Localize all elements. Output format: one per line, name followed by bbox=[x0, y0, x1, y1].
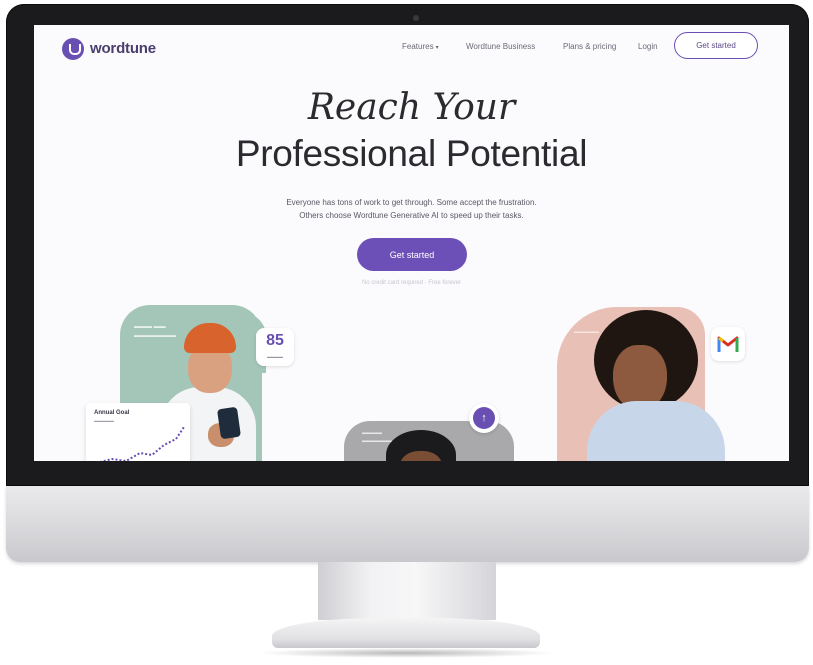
card-caption-placeholder: ▬▬▬▬▬ bbox=[574, 329, 599, 335]
nav-link-business[interactable]: Wordtune Business bbox=[466, 42, 535, 51]
stat-value: 85 bbox=[266, 332, 284, 349]
logo-text[interactable]: wordtune bbox=[90, 40, 156, 57]
hero-fine-print: No credit card required · Free forever bbox=[361, 280, 462, 286]
card-caption-placeholder: ▬▬▬ ▬▬ ▬▬▬▬▬▬▬ bbox=[134, 324, 176, 339]
nav-link-label: Wordtune Business bbox=[466, 42, 536, 51]
smartphone-icon bbox=[217, 406, 241, 440]
card-caption-placeholder: ▬▬▬▬ ▬▬▬▬▬▬ bbox=[362, 430, 392, 444]
nav-link-login[interactable]: Login bbox=[638, 42, 658, 51]
person-photo-sweater bbox=[587, 401, 725, 461]
monitor-stand-neck bbox=[318, 562, 496, 620]
get-started-nav-button[interactable]: Get started bbox=[674, 32, 758, 59]
hero-subtitle-line-1: Everyone has tons of work to get through… bbox=[286, 198, 537, 207]
nav-link-label: Plans & pricing bbox=[563, 42, 617, 51]
graph-card-title: Annual Goal bbox=[94, 410, 130, 416]
stat-caption-placeholder: ▬▬▬▬ bbox=[267, 354, 283, 359]
nav-link-label: Features bbox=[402, 42, 434, 51]
monitor-chin bbox=[6, 486, 809, 562]
hero-title-line-2: Professional Potential bbox=[235, 133, 588, 174]
hero-title-line-1: Reach Your bbox=[307, 87, 516, 128]
wordtune-logo-icon[interactable] bbox=[62, 38, 84, 60]
webcam-icon bbox=[413, 15, 419, 21]
nav-link-pricing[interactable]: Plans & pricing bbox=[563, 42, 616, 51]
top-navigation: wordtune Features ▾ Wordtune Business Pla… bbox=[34, 25, 789, 71]
monitor-shadow bbox=[256, 648, 556, 658]
get-started-hero-button[interactable]: Get started bbox=[357, 238, 467, 271]
trend-line-graph bbox=[99, 426, 185, 461]
wordtune-badge-icon: ↑ bbox=[473, 407, 495, 429]
monitor-stand-base bbox=[272, 618, 540, 648]
nav-link-label: Login bbox=[638, 42, 658, 51]
nav-link-features[interactable]: Features ▾ bbox=[402, 42, 439, 51]
chevron-down-icon: ▾ bbox=[435, 45, 439, 51]
hero-subtitle: Everyone has tons of work to get through… bbox=[224, 196, 599, 222]
gmail-icon bbox=[717, 336, 739, 352]
screen: wordtune Features ▾ Wordtune Business Pla… bbox=[34, 25, 789, 461]
hero-subtitle-line-2: Others choose Wordtune Generative AI to … bbox=[299, 211, 524, 220]
